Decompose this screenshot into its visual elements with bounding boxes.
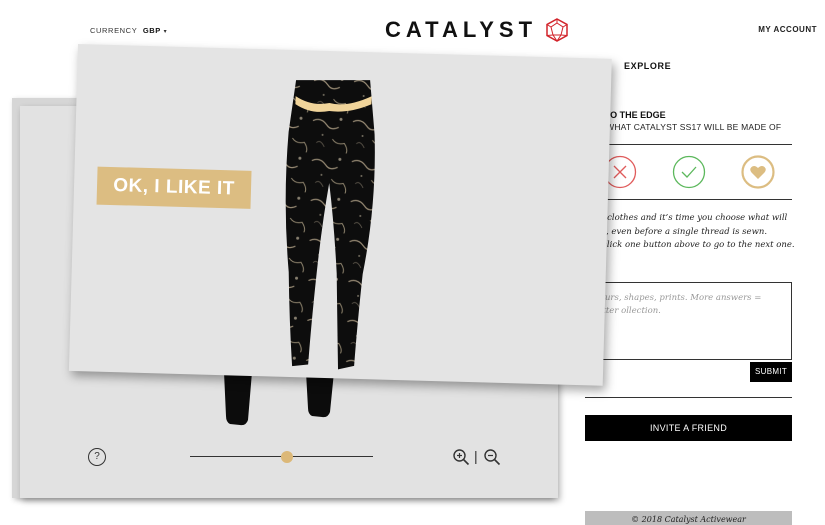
gem-logo-icon [546, 18, 568, 42]
instructions-text: your clothes and it’s time you choose wh… [585, 212, 795, 253]
panel-subtitle: OSE WHAT CATALYST SS17 WILL BE MADE OF [585, 122, 782, 132]
footer-copyright: © 2018 Catalyst Activewear [585, 511, 792, 525]
currency-value: GBP [142, 26, 161, 35]
instructions-line: nade, even before a single thread is sew… [585, 226, 768, 237]
love-icon[interactable] [741, 155, 775, 189]
currency-selector[interactable]: CURRENCY GBP ▾ [90, 26, 167, 35]
divider [585, 199, 792, 200]
chevron-down-icon: ▾ [163, 29, 168, 35]
product-card[interactable]: OK, I LIKE IT [68, 44, 612, 386]
slider-thumb[interactable] [280, 451, 293, 463]
logo-text: CATALYST [385, 17, 538, 42]
my-account-link[interactable]: MY ACCOUNT [758, 25, 817, 34]
reaction-label: OK, I LIKE IT [96, 166, 252, 209]
divider [585, 144, 792, 145]
answer-textarea[interactable]: olours, shapes, prints. More answers = b… [585, 282, 792, 360]
instructions-line: your clothes and it’s time you choose wh… [585, 213, 788, 223]
divider [585, 397, 792, 398]
invite-friend-button[interactable]: INVITE A FRIEND [585, 415, 792, 441]
help-icon[interactable]: ? [88, 448, 106, 466]
zoom-separator: | [474, 448, 478, 464]
nav-explore[interactable]: EXPLORE [624, 61, 671, 71]
leggings-product-image [285, 80, 375, 370]
zoom-in-icon[interactable] [452, 448, 470, 466]
background-leggings-image [224, 372, 334, 426]
like-icon[interactable] [672, 155, 706, 189]
zoom-out-icon[interactable] [483, 448, 501, 466]
submit-button[interactable]: SUBMIT [750, 362, 792, 382]
brand-logo[interactable]: CATALYST [385, 17, 569, 43]
currency-label: CURRENCY [90, 26, 138, 35]
instructions-line: ck? click one button above to go to the … [585, 240, 795, 250]
